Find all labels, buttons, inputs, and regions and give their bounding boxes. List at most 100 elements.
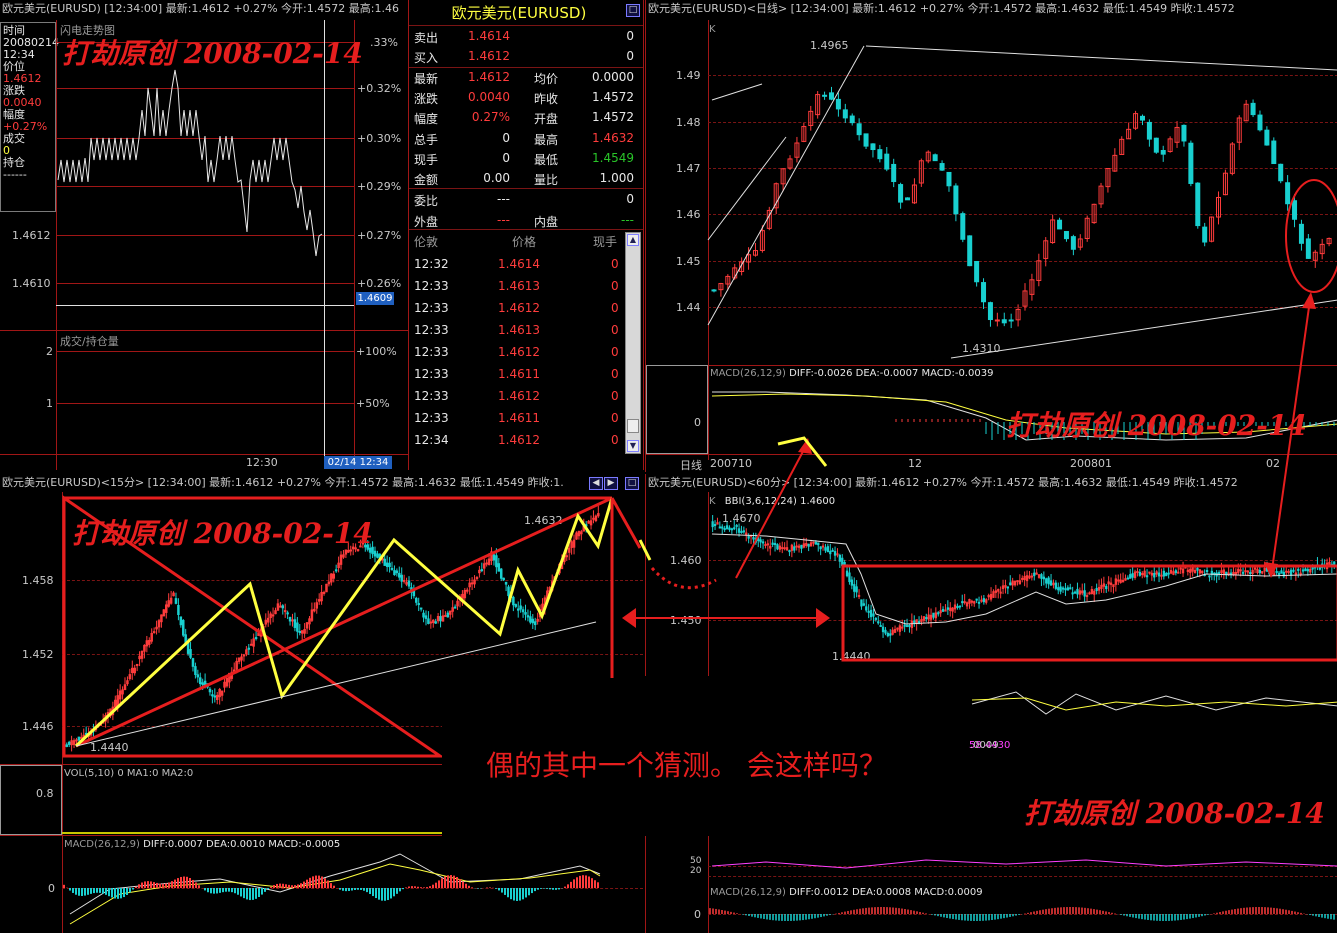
daily-candle [1202, 226, 1208, 243]
tick-volume: 0 [611, 323, 619, 337]
m60-candle [1301, 569, 1305, 572]
m15-candle [135, 663, 139, 666]
ticks-header-time: 伦敦 [414, 235, 439, 249]
quote-value: 1.4612 [468, 69, 510, 84]
m15-candle [242, 654, 246, 657]
m60-candle [1066, 587, 1070, 591]
m60-candle [1064, 588, 1067, 591]
m15-candle [499, 568, 503, 579]
quote-value: 0.27% [471, 110, 510, 125]
quote-value: 1.4632 [592, 130, 634, 145]
quote-value: 0 [502, 150, 510, 165]
quote-value: 0 [502, 130, 510, 145]
daily-candle [994, 319, 1000, 322]
m60-candle [761, 541, 765, 544]
m60-candle [1239, 569, 1242, 572]
m15-candle [439, 616, 442, 622]
tick-price: 1.4613 [498, 323, 540, 337]
m15-candle [194, 666, 197, 675]
quote-label: 金额 [414, 173, 439, 188]
m15-candle [521, 609, 525, 613]
m15-candle [422, 612, 425, 618]
quote-value: 0 [626, 29, 634, 43]
m60-candle [733, 527, 736, 530]
scroll-up-icon[interactable]: ▲ [627, 234, 639, 246]
m60-candle [1208, 575, 1211, 578]
m60-candle [1258, 569, 1262, 574]
m60-candle [747, 535, 750, 539]
tick-price: 1.4612 [498, 345, 540, 359]
tick-row: 12:33 1.4613 0 [410, 320, 625, 342]
tick-price: 1.4612 [498, 389, 540, 403]
m60-candle [1179, 567, 1182, 570]
quote-row: 最新 1.4612 均价 0.0000 [410, 68, 640, 88]
m15-candle [407, 580, 411, 587]
m60-candle [901, 626, 904, 629]
m60-candle [735, 524, 738, 527]
m60-candle [961, 601, 964, 604]
daily-candle [1160, 150, 1166, 155]
annotation-patch-right [968, 676, 1337, 690]
tick-volume: 0 [611, 345, 619, 359]
m15-candle [293, 619, 297, 628]
m60-candle [850, 579, 853, 586]
tick-volume: 0 [611, 279, 619, 293]
daily-candle [835, 98, 841, 110]
quote-value: 1.4614 [468, 29, 510, 43]
m15-candle [186, 642, 190, 654]
m60-candle [730, 528, 733, 531]
daily-candle [1139, 115, 1145, 121]
m15-candle [254, 637, 258, 640]
quote-label: 最高 [534, 132, 559, 147]
m60-candle [1227, 572, 1230, 575]
quote-row: 总手 0 最高 1.4632 [410, 129, 640, 149]
m15-candle [383, 558, 386, 566]
annotation-text: 偶的其中一个猜测。 会这样吗？ [486, 749, 887, 782]
m60-range-box [841, 564, 1337, 662]
m15-candle [385, 562, 389, 567]
m60-sub-line [711, 859, 1337, 869]
m60-candle [1229, 572, 1233, 575]
m15-candle [504, 581, 508, 585]
m60-candle [1049, 580, 1053, 586]
m15-candle [502, 577, 505, 581]
m60-candle [877, 621, 880, 624]
m15-candle [390, 567, 394, 570]
quote-row: 外盘 --- 内盘 --- [410, 211, 640, 231]
scroll-thumb[interactable] [627, 419, 639, 433]
quote-label: 开盘 [534, 112, 559, 127]
m60-candle [860, 599, 863, 607]
m60-candle [855, 586, 858, 593]
m60-candle [1253, 567, 1257, 570]
daily-trendline [711, 83, 763, 101]
m60-candle [896, 627, 899, 630]
m60-candle [773, 543, 777, 546]
ticks-scrollbar[interactable]: ▲ ▼ [625, 232, 641, 454]
m15-candle [395, 570, 399, 574]
daily-candle [849, 115, 855, 124]
tick-time: 12:33 [414, 411, 449, 425]
tick-time: 12:33 [414, 301, 449, 315]
m60-candle [1054, 582, 1058, 589]
m15-candle [298, 630, 302, 633]
quote-label: 昨收 [534, 91, 559, 106]
m60-candle [1177, 571, 1180, 574]
m15-candle [174, 598, 178, 604]
ticks-header: 伦敦 价格 现手 [410, 233, 625, 253]
panel-maximize-button[interactable]: □ [626, 4, 640, 17]
m60-candle [1061, 587, 1065, 590]
daily-candle [1278, 163, 1284, 182]
scroll-down-icon[interactable]: ▼ [627, 440, 639, 452]
m60-candle [937, 612, 940, 615]
m15-candle [402, 579, 406, 582]
m60-candle [1270, 571, 1274, 574]
m60-candle [1196, 567, 1199, 571]
watermark: 打劫原创 2008-02-14 [72, 517, 373, 550]
m60-candle [1083, 590, 1086, 597]
m60-candle [737, 528, 741, 533]
m60-candle [800, 544, 803, 549]
m15-candle [507, 586, 510, 597]
m15-candle [213, 695, 217, 698]
quote-label: 量比 [534, 173, 559, 188]
m60-candle [874, 617, 877, 620]
